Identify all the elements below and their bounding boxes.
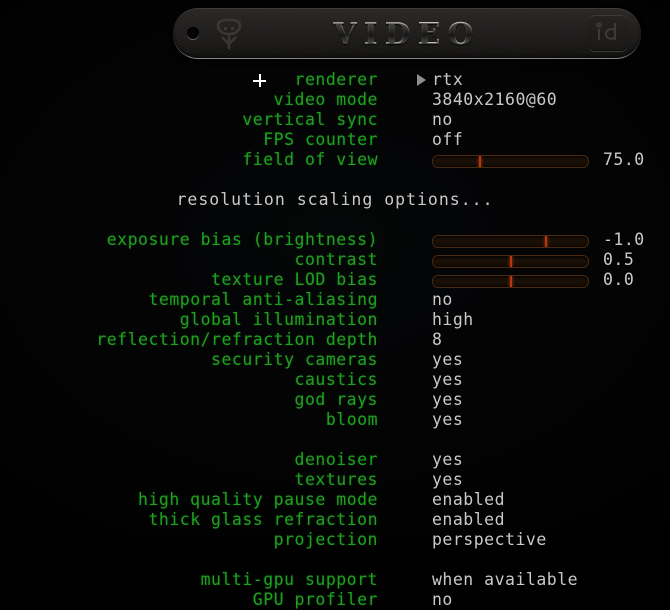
setting-label-fps-counter: FPS counter [263,130,378,149]
setting-row-texture-lod-bias[interactable]: texture LOD bias 0.0 [0,270,670,290]
setting-value-video-mode[interactable]: 3840x2160@60 [432,90,557,110]
setting-value-reflection-refraction-depth[interactable]: 8 [432,330,442,350]
setting-value-textures[interactable]: yes [432,470,463,490]
setting-row-global-illumination[interactable]: global illumination high [0,310,670,330]
setting-value-high-quality-pause-mode[interactable]: enabled [432,490,505,510]
slider-value-texture-lod-bias: 0.0 [603,270,635,289]
setting-row-vertical-sync[interactable]: vertical sync no [0,110,670,130]
setting-label-bloom: bloom [325,410,378,429]
setting-label-renderer: renderer [294,70,378,89]
setting-row-god-rays[interactable]: god rays yes [0,390,670,410]
setting-label-contrast: contrast [294,250,378,269]
menu-header-plate: VIDEO [173,8,641,59]
row-spacer [0,170,670,190]
setting-value-global-illumination[interactable]: high [432,310,474,330]
setting-label-vertical-sync: vertical sync [242,110,378,129]
slider-marker[interactable] [544,236,547,247]
setting-label-gpu-profiler: GPU profiler [252,590,378,609]
slider-value-field-of-view: 75.0 [603,150,645,169]
settings-list: renderer rtx video mode 3840x2160@60 vertica… [0,70,670,610]
setting-label-multi-gpu-support: multi-gpu support [200,570,378,589]
setting-label-reflection-refraction-depth: reflection/refraction depth [96,330,378,349]
setting-label-video-mode: video mode [273,90,378,109]
selection-arrow-icon [417,74,426,86]
setting-row-contrast[interactable]: contrast 0.5 [0,250,670,270]
submenu-link-resolution-scaling-options[interactable]: resolution scaling options... [0,190,670,210]
setting-row-bloom[interactable]: bloom yes [0,410,670,430]
video-settings-screen: VIDEO renderer rtx video mode 3840x2160@60 v… [0,0,670,609]
slider-exposure-bias-brightness[interactable] [432,235,589,248]
setting-value-gpu-profiler[interactable]: no [432,590,453,610]
setting-row-exposure-bias-brightness[interactable]: exposure bias (brightness) -1.0 [0,230,670,250]
setting-row-video-mode[interactable]: video mode 3840x2160@60 [0,90,670,110]
slider-value-exposure-bias-brightness: -1.0 [603,230,645,249]
row-spacer [0,430,670,450]
setting-label-global-illumination: global illumination [179,310,378,329]
setting-row-projection[interactable]: projection perspective [0,530,670,550]
slider-contrast[interactable] [432,255,589,268]
setting-row-temporal-anti-aliasing[interactable]: temporal anti-aliasing no [0,290,670,310]
setting-value-vertical-sync[interactable]: no [432,110,453,130]
setting-label-denoiser: denoiser [294,450,378,469]
setting-label-caustics: caustics [294,370,378,389]
setting-row-textures[interactable]: textures yes [0,470,670,490]
slider-marker[interactable] [509,256,512,267]
setting-value-bloom[interactable]: yes [432,410,463,430]
slider-value-contrast: 0.5 [603,250,635,269]
setting-value-projection[interactable]: perspective [432,530,547,550]
submenu-label: resolution scaling options... [176,190,494,209]
setting-label-thick-glass-refraction: thick glass refraction [148,510,378,529]
slider-marker[interactable] [478,156,481,167]
setting-label-high-quality-pause-mode: high quality pause mode [138,490,378,509]
row-spacer [0,210,670,230]
setting-label-field-of-view: field of view [242,150,378,169]
setting-label-security-cameras: security cameras [211,350,378,369]
setting-label-temporal-anti-aliasing: temporal anti-aliasing [148,290,378,309]
setting-row-high-quality-pause-mode[interactable]: high quality pause mode enabled [0,490,670,510]
setting-value-god-rays[interactable]: yes [432,390,463,410]
setting-value-multi-gpu-support[interactable]: when available [432,570,578,590]
setting-row-denoiser[interactable]: denoiser yes [0,450,670,470]
setting-row-caustics[interactable]: caustics yes [0,370,670,390]
page-title: VIDEO [173,17,641,52]
setting-row-field-of-view[interactable]: field of view 75.0 [0,150,670,170]
setting-row-reflection-refraction-depth[interactable]: reflection/refraction depth 8 [0,330,670,350]
setting-row-renderer[interactable]: renderer rtx [0,70,670,90]
setting-label-god-rays: god rays [294,390,378,409]
setting-row-thick-glass-refraction[interactable]: thick glass refraction enabled [0,510,670,530]
row-spacer [0,550,670,570]
setting-label-texture-lod-bias: texture LOD bias [211,270,378,289]
setting-row-gpu-profiler[interactable]: GPU profiler no [0,590,670,610]
slider-field-of-view[interactable] [432,155,589,168]
slider-marker[interactable] [509,276,512,287]
setting-value-denoiser[interactable]: yes [432,450,463,470]
setting-label-projection: projection [273,530,378,549]
setting-value-temporal-anti-aliasing[interactable]: no [432,290,453,310]
setting-label-textures: textures [294,470,378,489]
setting-row-multi-gpu-support[interactable]: multi-gpu support when available [0,570,670,590]
setting-label-exposure-bias-brightness: exposure bias (brightness) [106,230,378,249]
setting-value-fps-counter[interactable]: off [432,130,463,150]
setting-value-security-cameras[interactable]: yes [432,350,463,370]
slider-texture-lod-bias[interactable] [432,275,589,288]
setting-row-security-cameras[interactable]: security cameras yes [0,350,670,370]
setting-row-fps-counter[interactable]: FPS counter off [0,130,670,150]
setting-value-thick-glass-refraction[interactable]: enabled [432,510,505,530]
setting-value-caustics[interactable]: yes [432,370,463,390]
setting-value-renderer[interactable]: rtx [432,70,463,90]
